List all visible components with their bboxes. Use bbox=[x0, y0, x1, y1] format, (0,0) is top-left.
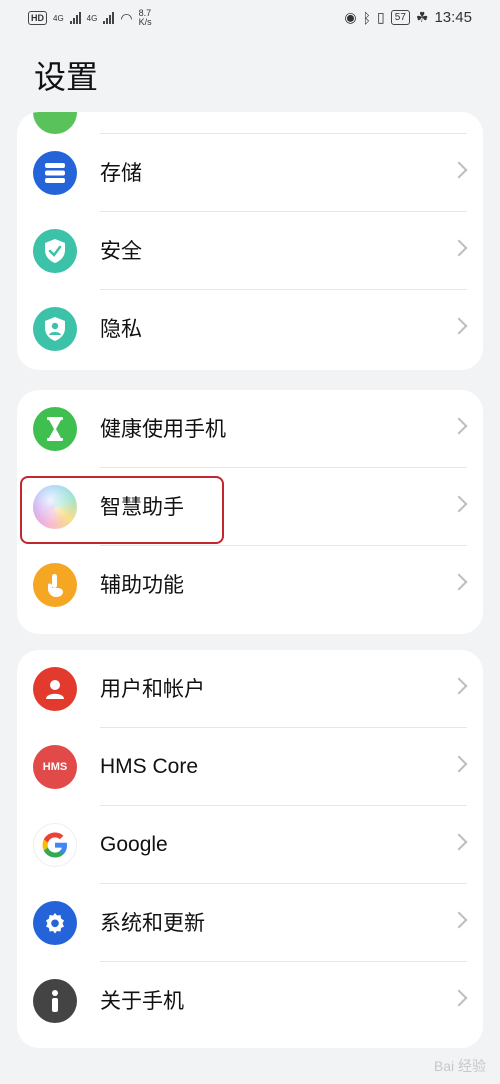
settings-item-google[interactable]: Google bbox=[17, 806, 483, 884]
sim1-network: 4G bbox=[53, 13, 64, 23]
settings-item-about-phone[interactable]: 关于手机 bbox=[17, 962, 483, 1040]
status-bar: HD 4G 4G ◠ 8.7 K/s ◉ ᛒ ▯ 57 ☘ 13:45 bbox=[0, 0, 500, 36]
chevron-right-icon bbox=[450, 833, 468, 851]
leaf-icon: ☘ bbox=[415, 9, 429, 25]
info-icon bbox=[33, 979, 77, 1023]
google-icon bbox=[33, 823, 77, 867]
chevron-right-icon bbox=[450, 911, 468, 929]
highlight-box bbox=[20, 476, 224, 544]
vibrate-icon: ▯ bbox=[377, 9, 385, 25]
chevron-right-icon bbox=[450, 161, 468, 179]
settings-item-label: 安全 bbox=[100, 239, 142, 263]
chevron-right-icon bbox=[450, 989, 468, 1007]
page-title: 设置 bbox=[34, 58, 99, 96]
chevron-right-icon bbox=[450, 677, 468, 695]
settings-item-accessibility[interactable]: 辅助功能 bbox=[17, 546, 483, 624]
chevron-right-icon bbox=[450, 755, 468, 773]
settings-item-security[interactable]: 安全 bbox=[17, 212, 483, 290]
hms-icon: HMS bbox=[33, 745, 77, 789]
watermark: Bai 经验 bbox=[433, 1058, 486, 1074]
app-icon bbox=[33, 112, 77, 134]
chevron-right-icon bbox=[450, 239, 468, 257]
settings-item-storage[interactable]: 存储 bbox=[17, 134, 483, 212]
settings-item-label: 健康使用手机 bbox=[100, 417, 226, 441]
settings-item-label: HMS Core bbox=[100, 755, 199, 778]
partial-row[interactable] bbox=[17, 112, 483, 134]
settings-card-security: 存储 安全 隐私 bbox=[17, 112, 483, 370]
wifi-icon: ◠ bbox=[120, 9, 133, 26]
network-speed: 8.7 K/s bbox=[138, 8, 152, 27]
settings-item-label: 系统和更新 bbox=[100, 911, 205, 935]
settings-card-system: 用户和帐户 HMS HMS Core Google 系统和更新 关于手机 bbox=[17, 650, 483, 1048]
gear-icon bbox=[33, 901, 77, 945]
chevron-right-icon bbox=[450, 417, 468, 435]
settings-item-system-update[interactable]: 系统和更新 bbox=[17, 884, 483, 962]
chevron-right-icon bbox=[450, 317, 468, 335]
signal-icon-2 bbox=[103, 12, 115, 24]
settings-item-label: 存储 bbox=[100, 161, 142, 185]
bluetooth-icon: ᛒ bbox=[362, 9, 372, 26]
hourglass-icon bbox=[33, 407, 77, 451]
privacy-shield-icon bbox=[33, 307, 77, 351]
chevron-right-icon bbox=[450, 495, 468, 513]
hd-badge: HD bbox=[28, 11, 47, 25]
signal-icon bbox=[69, 12, 81, 24]
user-icon bbox=[33, 667, 77, 711]
storage-icon bbox=[33, 151, 77, 195]
settings-item-label: 关于手机 bbox=[100, 989, 184, 1013]
shield-check-icon bbox=[33, 229, 77, 273]
settings-item-label: Google bbox=[100, 833, 168, 856]
settings-item-label: 隐私 bbox=[100, 317, 142, 341]
settings-item-digital-balance[interactable]: 健康使用手机 bbox=[17, 390, 483, 468]
eye-comfort-icon: ◉ bbox=[344, 9, 357, 25]
settings-item-hms-core[interactable]: HMS HMS Core bbox=[17, 728, 483, 806]
settings-item-label: 辅助功能 bbox=[100, 573, 184, 597]
chevron-right-icon bbox=[450, 573, 468, 591]
settings-item-label: 用户和帐户 bbox=[100, 677, 205, 701]
clock: 13:45 bbox=[434, 9, 472, 26]
sim2-network: 4G bbox=[86, 13, 98, 23]
battery-indicator: 57 bbox=[390, 10, 410, 25]
settings-item-users-accounts[interactable]: 用户和帐户 bbox=[17, 650, 483, 728]
hand-pointer-icon bbox=[33, 563, 77, 607]
settings-item-privacy[interactable]: 隐私 bbox=[17, 290, 483, 368]
